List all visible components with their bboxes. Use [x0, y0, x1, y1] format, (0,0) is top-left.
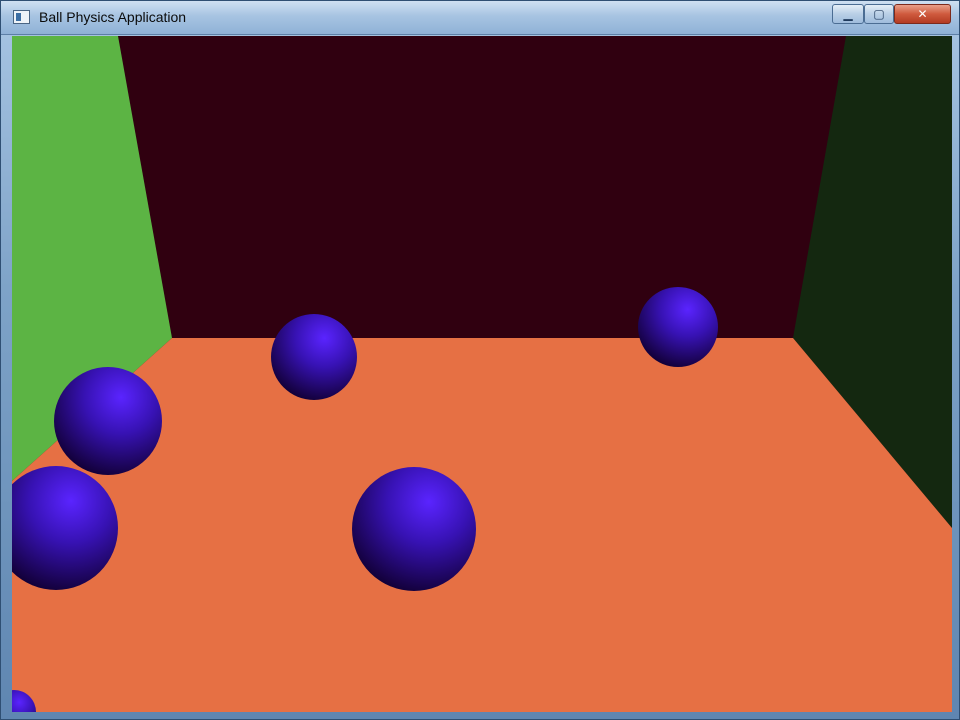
- maximize-button[interactable]: ▢: [864, 4, 894, 24]
- 3d-scene-viewport[interactable]: [12, 36, 952, 712]
- ball: [271, 314, 357, 400]
- title-bar[interactable]: Ball Physics Application ▁ ▢ ✕: [1, 1, 959, 35]
- window-app-icon[interactable]: [13, 10, 30, 24]
- close-icon: ✕: [917, 7, 928, 21]
- close-button[interactable]: ✕: [894, 4, 951, 24]
- ball: [352, 467, 476, 591]
- maximize-icon: ▢: [873, 7, 885, 21]
- minimize-icon: ▁: [843, 7, 853, 21]
- window-title: Ball Physics Application: [39, 9, 187, 25]
- ball: [638, 287, 718, 367]
- ball: [54, 367, 162, 475]
- scene-render: [12, 36, 952, 712]
- minimize-button[interactable]: ▁: [832, 4, 864, 24]
- application-window: Ball Physics Application ▁ ▢ ✕: [0, 0, 960, 720]
